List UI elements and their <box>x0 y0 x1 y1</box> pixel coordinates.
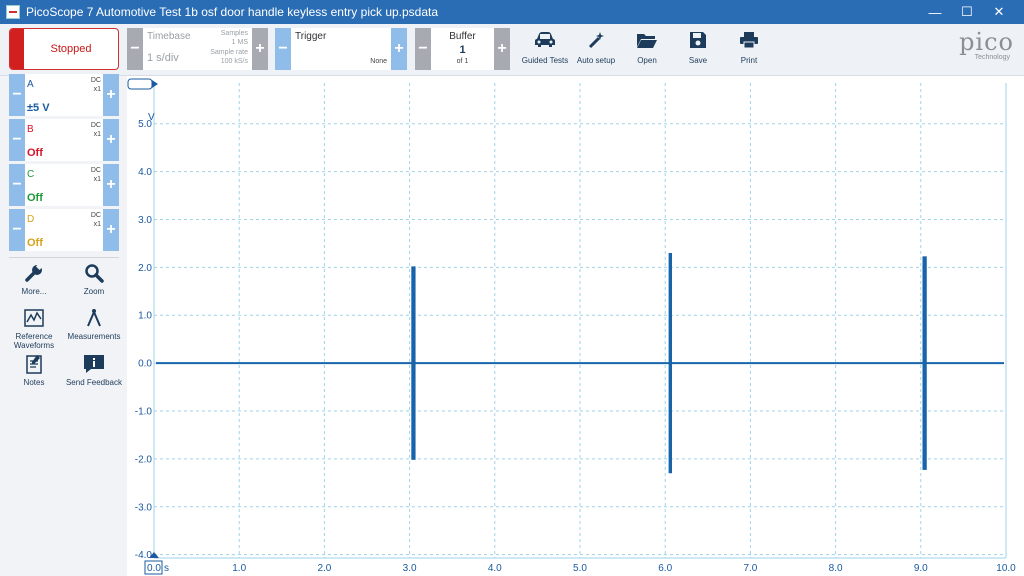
ruler-handle <box>127 78 153 90</box>
x-tick-label: 10.0 <box>996 563 1016 574</box>
x-tick-label: 2.0 <box>317 563 331 574</box>
waveform-burst <box>411 266 416 460</box>
x-tick-label: 5.0 <box>573 563 587 574</box>
y-tick-label: 4.0 <box>138 167 152 178</box>
x-axis-unit-label: s <box>164 563 169 574</box>
x-tick-label: 4.0 <box>488 563 502 574</box>
x-tick-label: 8.0 <box>829 563 843 574</box>
x-tick-label: 6.0 <box>658 563 672 574</box>
y-tick-label: -2.0 <box>135 454 153 465</box>
y-axis-unit-label: V <box>148 112 155 123</box>
y-tick-label: -4.0 <box>135 550 153 561</box>
y-tick-label: 2.0 <box>138 263 152 274</box>
y-tick-label: -1.0 <box>135 406 153 417</box>
x-tick-label: 9.0 <box>914 563 928 574</box>
ruler-handle-arrow <box>152 80 158 88</box>
scope-chart[interactable]: 5.0 4.0 3.0 2.0 1.0 0.0 -1.0 -2.0 -3.0 -4.0 V 0.0 1.… <box>0 0 1024 576</box>
x-tick-label: 1.0 <box>232 563 246 574</box>
x-tick-label: 0.0 <box>147 563 161 574</box>
x-tick-label: 7.0 <box>743 563 757 574</box>
y-tick-label: 0.0 <box>138 359 152 370</box>
x-tick-label: 3.0 <box>403 563 417 574</box>
y-tick-label: 3.0 <box>138 215 152 226</box>
y-tick-label: -3.0 <box>135 502 153 513</box>
waveform-burst <box>668 252 673 474</box>
y-tick-label: 1.0 <box>138 311 152 322</box>
waveform-burst <box>922 256 927 470</box>
